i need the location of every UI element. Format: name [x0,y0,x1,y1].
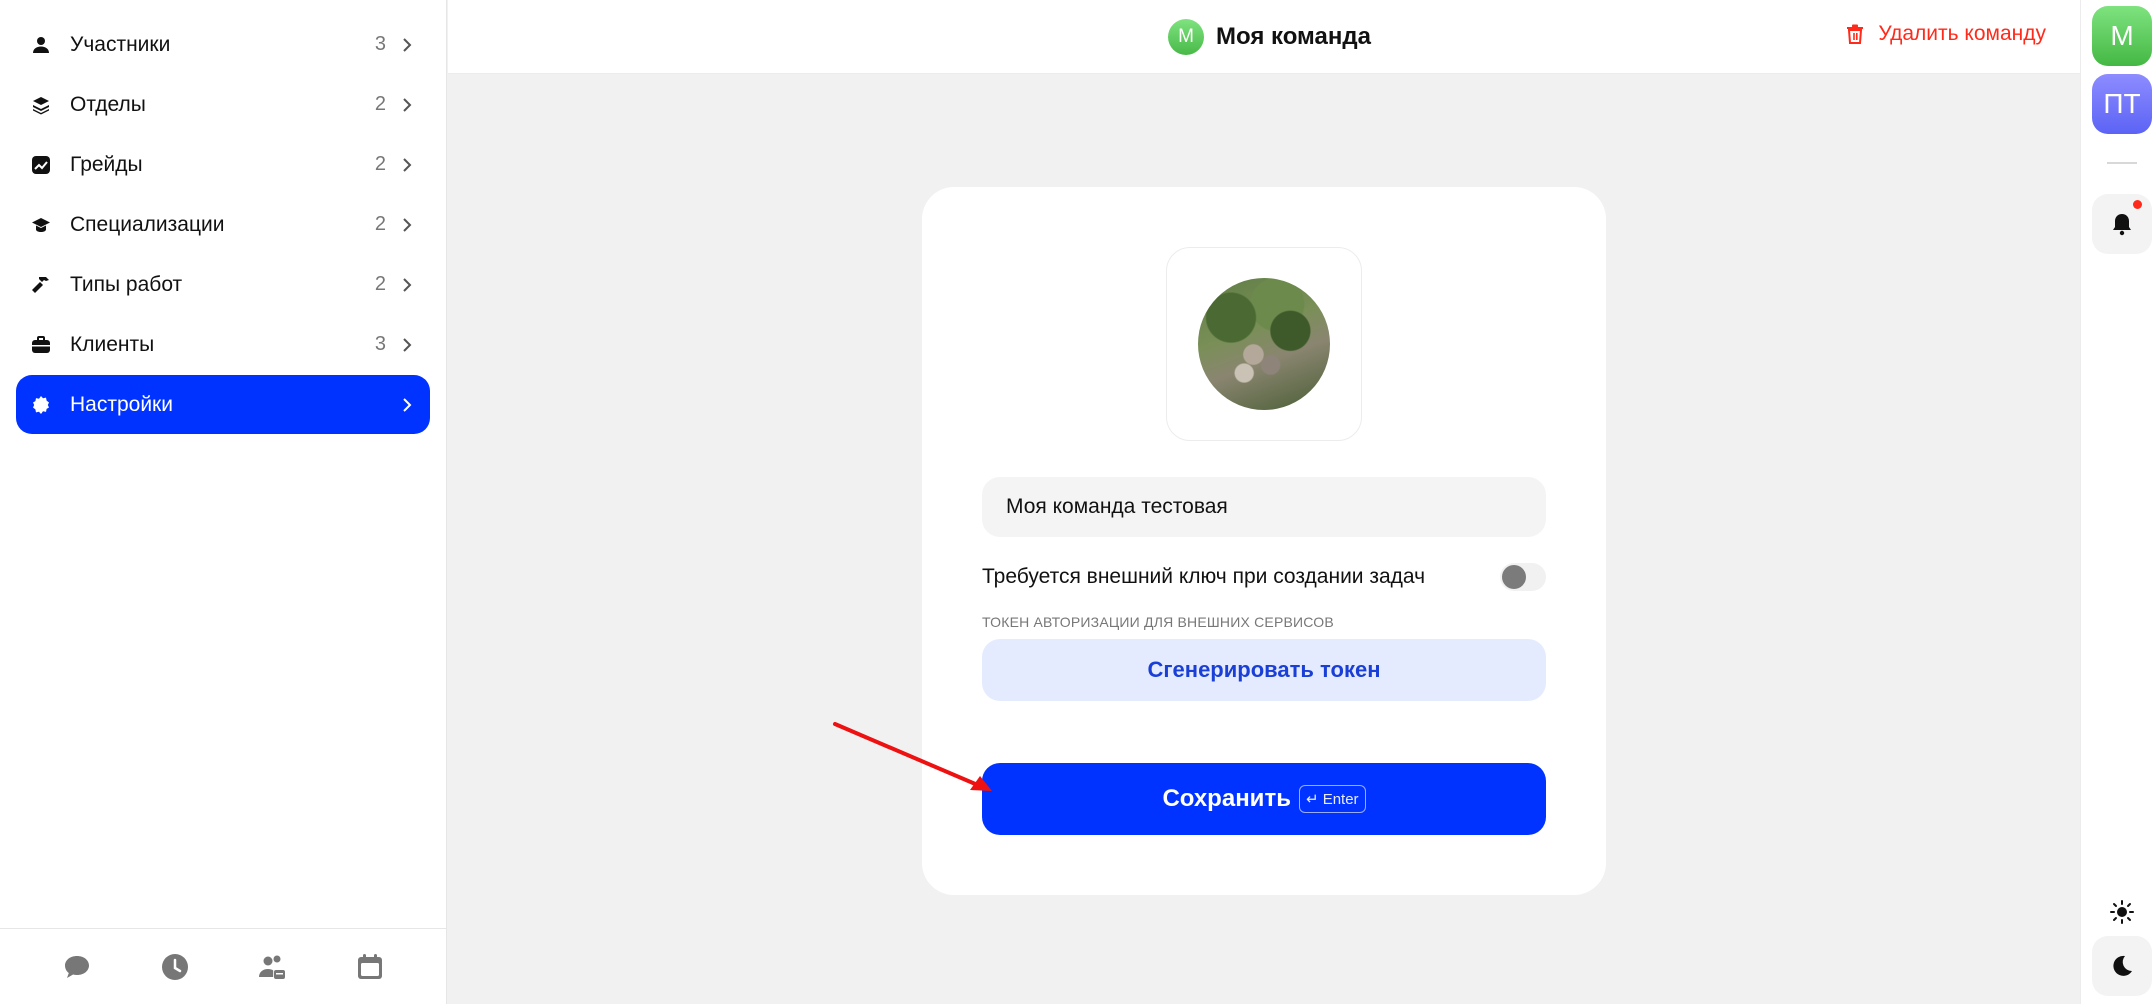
sidebar-item-count: 2 [374,213,386,235]
toggle-knob [1502,565,1526,589]
user-icon [30,34,52,56]
team-photo-upload[interactable] [1166,247,1362,441]
page-title: Моя команда [1216,23,1371,50]
delete-team-button[interactable]: Удалить команду [1844,22,2046,46]
team-switch-avatar-m[interactable]: М [2092,6,2152,66]
sidebar-item-specializations[interactable]: Специализации 2 [16,195,430,254]
graduation-cap-icon [30,214,52,236]
team-name-input[interactable] [982,477,1546,537]
sidebar-item-label: Отделы [70,92,146,116]
moon-icon [2113,955,2132,976]
delete-team-label: Удалить команду [1878,22,2046,45]
sidebar-item-label: Настройки [70,392,173,416]
sidebar-item-label: Клиенты [70,332,155,356]
sidebar-item-label: Специализации [70,212,225,236]
chevron-right-icon [403,277,412,292]
page-header: М Моя команда Удалить команду [448,0,2080,74]
sidebar-item-clients[interactable]: Клиенты 3 [16,315,430,374]
notifications-button[interactable] [2092,194,2152,254]
sidebar-item-count: 3 [374,33,386,55]
save-button[interactable]: Сохранить ↵ Enter [982,763,1546,835]
bell-icon [2113,214,2131,236]
chevron-right-icon [403,217,412,232]
sidebar-item-count: 2 [374,93,386,115]
sidebar-item-departments[interactable]: Отделы 2 [16,75,430,134]
team-avatar: М [1168,19,1204,55]
app: Участники 3 Отделы 2 Грейды 2 Специализа… [0,0,2156,1004]
sun-icon [2110,900,2134,924]
save-label: Сохранить [1162,785,1291,812]
chevron-right-icon [403,337,412,352]
team-title: М Моя команда [1168,19,1371,55]
generate-token-button[interactable]: Сгенерировать токен [982,639,1546,701]
chat-icon[interactable] [60,950,94,984]
gear-icon [30,394,52,416]
enter-shortcut-badge: ↵ Enter [1298,785,1366,813]
briefcase-icon [30,334,52,356]
notification-dot [2133,200,2142,209]
chart-icon [30,154,52,176]
team-photo [1198,278,1330,410]
sidebar-item-settings[interactable]: Настройки [16,375,430,434]
team-settings-card: Требуется внешний ключ при создании зада… [922,187,1606,895]
sidebar-nav: Участники 3 Отделы 2 Грейды 2 Специализа… [0,0,446,434]
team-switch-avatar-pt[interactable]: ПТ [2092,74,2152,134]
chevron-right-icon [403,97,412,112]
bottom-toolbar [0,928,447,1004]
rail-divider [2107,162,2137,164]
dark-theme-button[interactable] [2092,936,2152,996]
sidebar-item-grades[interactable]: Грейды 2 [16,135,430,194]
light-theme-button[interactable] [2092,882,2152,942]
token-caption: ТОКЕН АВТОРИЗАЦИИ ДЛЯ ВНЕШНИХ СЕРВИСОВ [982,614,1334,630]
team-icon[interactable] [255,950,289,984]
sidebar-item-label: Участники [70,32,171,56]
sidebar-item-work-types[interactable]: Типы работ 2 [16,255,430,314]
sidebar-item-count: 2 [374,153,386,175]
hammer-icon [30,274,52,296]
sidebar-item-count: 3 [374,333,386,355]
layers-icon [30,94,52,116]
chevron-right-icon [403,157,412,172]
external-key-label: Требуется внешний ключ при создании зада… [982,565,1426,588]
external-key-row: Требуется внешний ключ при создании зада… [982,561,1546,593]
trash-icon [1847,24,1864,44]
sidebar-item-members[interactable]: Участники 3 [16,15,430,74]
external-key-toggle[interactable] [1500,563,1546,591]
sidebar-item-count: 2 [374,273,386,295]
clock-icon[interactable] [158,950,192,984]
sidebar: Участники 3 Отделы 2 Грейды 2 Специализа… [0,0,447,1004]
calendar-icon[interactable] [353,950,387,984]
sidebar-item-label: Типы работ [70,272,183,296]
sidebar-item-label: Грейды [70,152,143,176]
chevron-right-icon [403,397,412,412]
chevron-right-icon [403,37,412,52]
team-rail: М ПТ [2080,0,2156,1004]
